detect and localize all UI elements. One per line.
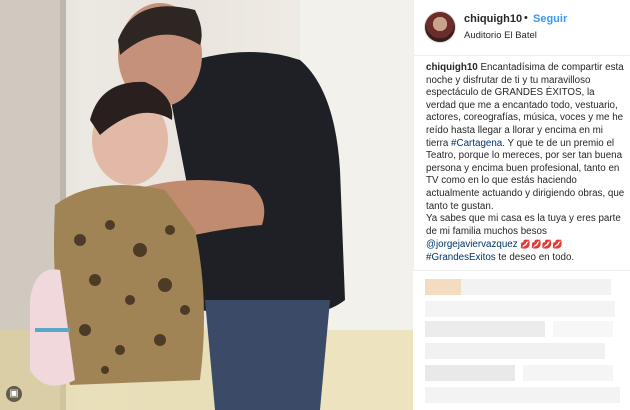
mention-link[interactable]: @jorgejaviervazquez	[426, 239, 518, 250]
blurred-comments	[413, 270, 630, 410]
post-caption: chiquigh10 Encantadísima de compartir es…	[426, 62, 626, 265]
kiss-emojis: 💋💋💋💋	[520, 239, 563, 250]
post-photo[interactable]: ▣	[0, 0, 413, 410]
blur-block	[425, 387, 620, 403]
post-header: chiquigh10 • Seguir Auditorio El Batel	[414, 0, 630, 56]
caption-text-3: Ya sabes que mi casa es la tuya y eres p…	[426, 213, 621, 237]
blur-block	[425, 301, 615, 317]
hashtag-grandesexitos[interactable]: #GrandesExitos	[426, 252, 496, 263]
blur-block	[523, 365, 613, 381]
follow-button[interactable]: Seguir	[533, 13, 567, 25]
caption-text-4: te deseo en todo.	[495, 251, 575, 263]
caption-username[interactable]: chiquigh10	[426, 62, 478, 73]
caption-text-1: Encantadísima de compartir esta noche y …	[426, 62, 624, 149]
blur-block	[461, 279, 611, 295]
avatar[interactable]	[424, 11, 456, 43]
blur-block	[425, 343, 605, 359]
blur-block	[425, 321, 545, 337]
blur-block	[553, 321, 613, 337]
username-link[interactable]: chiquigh10	[464, 13, 522, 25]
location-link[interactable]: Auditorio El Batel	[464, 30, 537, 41]
carousel-icon: ▣	[6, 386, 22, 402]
instagram-post: ▣ chiquigh10 • Seguir Auditorio El Batel…	[0, 0, 630, 410]
blur-block	[425, 279, 461, 295]
photo-illustration	[0, 0, 413, 410]
hashtag-cartagena[interactable]: #Cartagena	[451, 138, 502, 149]
blur-block	[425, 365, 515, 381]
separator-dot: •	[524, 12, 528, 24]
